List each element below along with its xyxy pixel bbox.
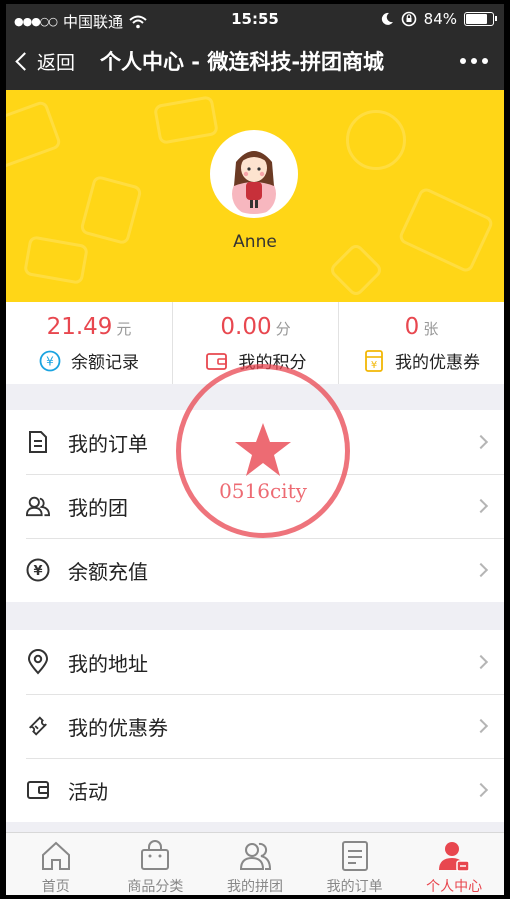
group-icon bbox=[26, 496, 50, 517]
phone-screen: ●●●○○ 中国联通 15:55 84% 返回 个人中心 - 微连科技-拼团商城… bbox=[6, 4, 504, 895]
group-icon bbox=[239, 842, 271, 870]
chevron-right-icon bbox=[473, 434, 489, 450]
yen-circle-icon: ¥ bbox=[39, 350, 61, 371]
stat-unit: 元 bbox=[116, 320, 132, 338]
menu-item-label: 我的地址 bbox=[68, 651, 148, 676]
menu-item-label: 我的团 bbox=[68, 495, 128, 520]
decor-shape bbox=[346, 110, 406, 170]
tab-label: 个人中心 bbox=[426, 879, 483, 895]
profile-header: Anne bbox=[6, 90, 504, 302]
battery-fill bbox=[466, 14, 487, 24]
decor-shape bbox=[6, 99, 63, 171]
stat-label: 余额记录 bbox=[71, 353, 139, 373]
order-doc-icon bbox=[341, 841, 368, 871]
stats-row: 21.49 元 ¥ 余额记录 0.00 分 我的积分 0张 ¥ 我的优惠券 bbox=[6, 302, 504, 384]
orientation-lock-icon bbox=[401, 11, 416, 27]
menu-group-account: 我的地址 我的优惠券 活动 bbox=[6, 630, 504, 822]
svg-text:¥: ¥ bbox=[46, 354, 54, 368]
user-icon bbox=[439, 842, 470, 872]
menu-item-coupons[interactable]: 我的优惠券 bbox=[6, 694, 504, 758]
stat-coupons[interactable]: 0张 ¥ 我的优惠券 bbox=[338, 302, 504, 384]
tab-categories[interactable]: 商品分类 bbox=[106, 833, 206, 895]
chevron-right-icon bbox=[473, 562, 489, 578]
location-pin-icon bbox=[27, 649, 49, 675]
tab-home[interactable]: 首页 bbox=[6, 833, 106, 895]
stat-value: 0 bbox=[404, 314, 420, 340]
menu-group-orders: 我的订单 我的团 ¥ 余额充值 bbox=[6, 410, 504, 602]
chevron-left-icon bbox=[15, 52, 34, 71]
home-icon bbox=[41, 841, 70, 870]
wallet-icon bbox=[27, 781, 49, 799]
stat-points[interactable]: 0.00 分 我的积分 bbox=[172, 302, 338, 384]
tab-my-orders[interactable]: 我的订单 bbox=[305, 833, 405, 895]
stat-value: 0.00 bbox=[220, 314, 272, 340]
bag-icon bbox=[141, 840, 170, 870]
menu-item-orders[interactable]: 我的订单 bbox=[6, 410, 504, 474]
back-label: 返回 bbox=[37, 52, 76, 74]
page-title: 个人中心 - 微连科技-拼团商城 bbox=[100, 50, 385, 74]
order-doc-icon bbox=[29, 431, 47, 453]
tab-label: 商品分类 bbox=[127, 879, 184, 895]
moon-icon bbox=[381, 12, 393, 25]
svg-text:¥: ¥ bbox=[371, 360, 377, 371]
tab-label: 我的订单 bbox=[326, 879, 383, 895]
more-options-icon[interactable] bbox=[460, 58, 488, 64]
svg-text:¥: ¥ bbox=[33, 564, 42, 579]
battery-percent: 84% bbox=[423, 10, 457, 28]
avatar[interactable] bbox=[210, 130, 298, 218]
wallet-icon bbox=[205, 352, 227, 370]
chevron-right-icon bbox=[473, 654, 489, 670]
yen-circle-icon: ¥ bbox=[26, 558, 50, 582]
menu-item-recharge[interactable]: ¥ 余额充值 bbox=[6, 538, 504, 602]
menu-item-my-group[interactable]: 我的团 bbox=[6, 474, 504, 538]
menu-item-label: 余额充值 bbox=[68, 559, 148, 584]
tab-my-group-buy[interactable]: 我的拼团 bbox=[205, 833, 305, 895]
menu-item-label: 我的优惠券 bbox=[68, 715, 168, 740]
tab-profile[interactable]: 个人中心 bbox=[404, 833, 504, 895]
stat-value: 21.49 bbox=[46, 314, 113, 340]
chevron-right-icon bbox=[473, 782, 489, 798]
stat-unit: 分 bbox=[275, 320, 291, 338]
back-button[interactable]: 返回 bbox=[15, 48, 76, 75]
stat-label: 我的积分 bbox=[238, 353, 307, 373]
stat-unit: 张 bbox=[423, 320, 439, 338]
menu-item-label: 我的订单 bbox=[68, 431, 148, 456]
username: Anne bbox=[233, 232, 277, 252]
battery-icon bbox=[464, 12, 497, 26]
decor-shape bbox=[152, 95, 220, 145]
tab-label: 我的拼团 bbox=[226, 879, 283, 895]
tab-label: 首页 bbox=[41, 879, 70, 895]
menu-item-label: 活动 bbox=[68, 779, 108, 804]
chevron-right-icon bbox=[473, 498, 489, 514]
nav-bar: 返回 个人中心 - 微连科技-拼团商城 bbox=[6, 34, 504, 90]
menu-item-activity[interactable]: 活动 bbox=[6, 758, 504, 822]
girl-avatar-icon bbox=[214, 134, 294, 214]
status-bar: ●●●○○ 中国联通 15:55 84% bbox=[6, 4, 504, 34]
chevron-right-icon bbox=[473, 718, 489, 734]
stat-label: 我的优惠券 bbox=[395, 353, 480, 373]
stat-balance[interactable]: 21.49 元 ¥ 余额记录 bbox=[6, 302, 172, 384]
tab-bar: 首页 商品分类 我的拼团 我的订单 个人中心 bbox=[6, 832, 504, 895]
coupon-icon: ¥ bbox=[365, 349, 383, 372]
menu-item-address[interactable]: 我的地址 bbox=[6, 630, 504, 694]
ticket-icon bbox=[29, 716, 47, 736]
decor-shape bbox=[397, 185, 495, 275]
